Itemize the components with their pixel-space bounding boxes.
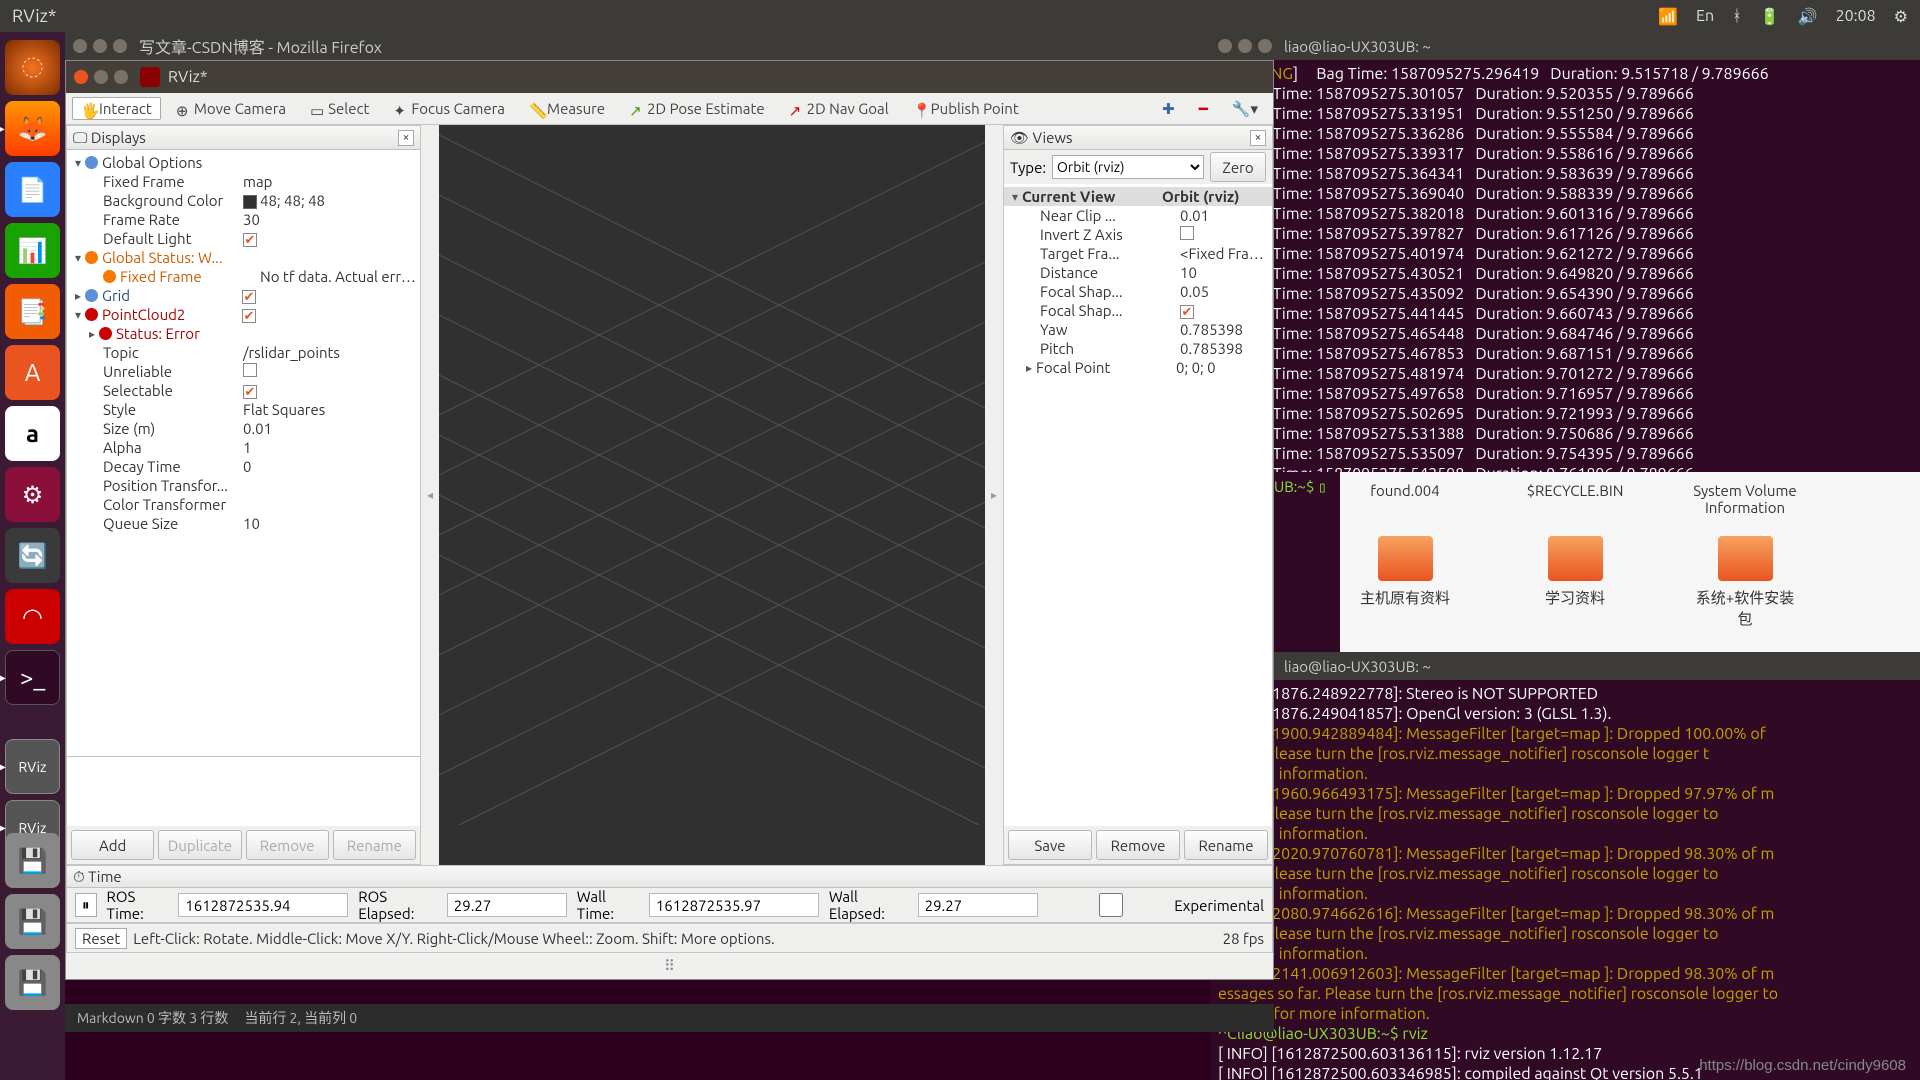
file-item[interactable]: System Volume Information: [1690, 482, 1800, 516]
calc-icon[interactable]: 📊: [5, 223, 60, 278]
window-controls[interactable]: [74, 70, 128, 84]
rviz-window: RViz* 🖐Interact ⊕Move Camera ▭Select ✦Fo…: [65, 60, 1274, 980]
resize-grip[interactable]: ⠿: [66, 953, 1273, 979]
unity-launcher: ◌ ▶🦊 📄 📊 📑 A a ⚙ 🔄 ◠ ▶>_ ▶RViz ▶RViz 💾 💾…: [0, 32, 65, 1080]
terminal-body: [RUNNING] Bag Time: 1587095275.296419 Du…: [1210, 60, 1920, 472]
fps-label: 28 fps: [1223, 930, 1264, 947]
volume-icon[interactable]: 🔊: [1798, 7, 1818, 26]
file-item[interactable]: found.004: [1350, 482, 1460, 516]
lang-indicator[interactable]: En: [1696, 7, 1714, 25]
active-window-title: RViz*: [12, 6, 1658, 26]
firefox-title-text: 写文章-CSDN博客 - Mozilla Firefox: [139, 34, 382, 58]
gnome-topbar: RViz* 📶 En ᚼ 🔋 🔊 20:08 ⚙: [0, 0, 1920, 32]
dash-icon[interactable]: ◌: [5, 40, 60, 95]
duplicate-button[interactable]: Duplicate: [158, 830, 241, 860]
wall-elapsed-field[interactable]: [918, 893, 1038, 917]
wifi-icon[interactable]: 📶: [1658, 7, 1678, 26]
reader-icon[interactable]: ◠: [5, 589, 60, 644]
move-camera-tool[interactable]: ⊕Move Camera: [167, 97, 295, 120]
amazon-icon[interactable]: a: [5, 406, 60, 461]
3d-viewport[interactable]: [439, 125, 985, 865]
measure-tool[interactable]: 📏Measure: [520, 97, 614, 120]
firefox-icon[interactable]: ▶🦊: [5, 101, 60, 156]
experimental-checkbox[interactable]: [1058, 893, 1165, 917]
ros-elapsed-field[interactable]: [447, 893, 567, 917]
pause-button[interactable]: ⏸: [75, 893, 97, 917]
add-button[interactable]: Add: [71, 830, 154, 860]
views-tree[interactable]: ▾Current ViewOrbit (rviz) Near Clip ...0…: [1004, 184, 1272, 826]
reset-button[interactable]: Reset: [75, 928, 127, 949]
software-icon[interactable]: A: [5, 345, 60, 400]
time-panel: ⏱ Time ⏸ ROS Time: ROS Elapsed: Wall Tim…: [66, 865, 1273, 923]
terminal-icon[interactable]: ▶>_: [5, 650, 60, 705]
disk-icon-1[interactable]: 💾: [5, 833, 60, 888]
status-area: 📶 En ᚼ 🔋 🔊 20:08 ⚙: [1658, 7, 1908, 26]
rviz-icon-1[interactable]: ▶RViz: [5, 739, 60, 794]
rename-view-button[interactable]: Rename: [1184, 830, 1268, 860]
terminal-body: 1612871876.248922778]: Stereo is NOT SUP…: [1210, 680, 1920, 1080]
publish-point-tool[interactable]: 📍Publish Point: [904, 97, 1028, 120]
rviz-app-icon: [140, 67, 160, 87]
splitter-right[interactable]: ▸: [985, 125, 1003, 865]
writer-icon[interactable]: 📄: [5, 162, 60, 217]
file-item[interactable]: $RECYCLE.BIN: [1520, 482, 1630, 516]
splitter-left[interactable]: ◂: [421, 125, 439, 865]
displays-panel: 🖵 Displays× ▾Global Options Fixed Framem…: [66, 125, 421, 865]
window-controls[interactable]: [73, 39, 127, 53]
close-panel-icon[interactable]: ×: [1250, 130, 1266, 146]
rviz-statusbar: Reset Left-Click: Rotate. Middle-Click: …: [66, 923, 1273, 953]
nav-goal-tool[interactable]: ↗2D Nav Goal: [780, 97, 898, 120]
remove-tool[interactable]: ━: [1190, 97, 1217, 121]
tool-props[interactable]: 🔧▾: [1223, 97, 1267, 121]
select-tool[interactable]: ▭Select: [301, 97, 378, 120]
updater-icon[interactable]: 🔄: [5, 528, 60, 583]
terminal-bag[interactable]: liao@liao-UX303UB: ~ [RUNNING] Bag Time:…: [1210, 32, 1920, 472]
wall-time-field[interactable]: [649, 893, 819, 917]
remove-button[interactable]: Remove: [246, 830, 329, 860]
rviz-titlebar: RViz*: [66, 61, 1273, 93]
save-view-button[interactable]: Save: [1008, 830, 1092, 860]
rename-button[interactable]: Rename: [333, 830, 416, 860]
folder-item[interactable]: 主机原有资料: [1350, 536, 1460, 629]
watermark: https://blog.csdn.net/cindy9608: [1699, 1057, 1906, 1074]
firefox-titlebar: 写文章-CSDN博客 - Mozilla Firefox: [65, 32, 1210, 60]
battery-icon[interactable]: 🔋: [1760, 7, 1780, 26]
close-panel-icon[interactable]: ×: [398, 130, 414, 146]
focus-camera-tool[interactable]: ✦Focus Camera: [384, 97, 514, 120]
gear-icon[interactable]: ⚙: [1894, 7, 1908, 26]
terminal-rviz-log[interactable]: liao@liao-UX303UB: ~ 1612871876.24892277…: [1210, 652, 1920, 1080]
zero-button[interactable]: Zero: [1210, 152, 1266, 182]
settings-icon[interactable]: ⚙: [5, 467, 60, 522]
disk-icon-3[interactable]: 💾: [5, 955, 60, 1010]
bluetooth-icon[interactable]: ᚼ: [1732, 7, 1742, 25]
clock[interactable]: 20:08: [1836, 7, 1876, 25]
ros-time-field[interactable]: [178, 893, 348, 917]
terminal-title: liao@liao-UX303UB: ~: [1210, 32, 1920, 60]
terminal-title: liao@liao-UX303UB: ~: [1210, 652, 1920, 680]
interact-tool[interactable]: 🖐Interact: [72, 97, 161, 120]
impress-icon[interactable]: 📑: [5, 284, 60, 339]
displays-tree[interactable]: ▾Global Options Fixed Framemap Backgroun…: [67, 150, 420, 756]
views-panel: 👁 Views× Type: Orbit (rviz) Zero ▾Curren…: [1003, 125, 1273, 865]
disk-icon-2[interactable]: 💾: [5, 894, 60, 949]
pose-estimate-tool[interactable]: ↗2D Pose Estimate: [620, 97, 774, 120]
remove-view-button[interactable]: Remove: [1096, 830, 1180, 860]
folder-item[interactable]: 学习资料: [1520, 536, 1630, 629]
add-tool[interactable]: ✚: [1153, 97, 1184, 121]
description-box: [67, 756, 420, 826]
rviz-toolbar: 🖐Interact ⊕Move Camera ▭Select ✦Focus Ca…: [66, 93, 1273, 125]
desktop-area: 写文章-CSDN博客 - Mozilla Firefox liao@liao-U…: [65, 32, 1920, 1080]
file-manager[interactable]: found.004 $RECYCLE.BIN System Volume Inf…: [1340, 472, 1920, 652]
csdn-statusbar: Markdown 0 字数 3 行数当前行 2, 当前列 0: [65, 1004, 1274, 1032]
folder-item[interactable]: 系统+软件安装包: [1690, 536, 1800, 629]
view-type-select[interactable]: Orbit (rviz): [1052, 155, 1204, 179]
